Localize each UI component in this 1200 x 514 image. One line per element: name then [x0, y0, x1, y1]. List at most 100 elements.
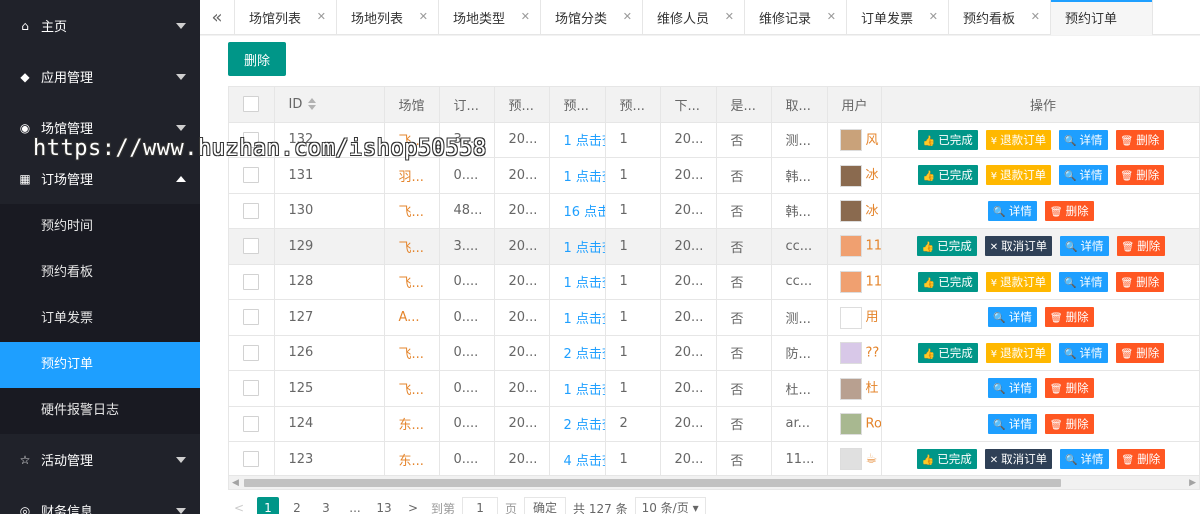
delete-button[interactable]: 🗑 删除	[1044, 378, 1094, 399]
cell-venue[interactable]: 飞...	[384, 193, 440, 229]
delete-button[interactable]: 删除	[228, 42, 286, 76]
page-2-button[interactable]: 2	[286, 497, 308, 514]
goto-page-input[interactable]: 1	[462, 497, 499, 514]
header-id[interactable]: ID	[274, 87, 385, 123]
tab-booking-orders[interactable]: 预约订单	[1051, 0, 1153, 35]
tab-booking-board[interactable]: 预约看板 ✕	[949, 0, 1051, 35]
row-checkbox[interactable]	[229, 157, 275, 194]
delete-button[interactable]: 🗑 删除	[1115, 165, 1165, 186]
sidebar-item-booking-board[interactable]: 预约看板	[0, 250, 200, 296]
detail-button[interactable]: 🔍 详情	[1059, 165, 1108, 186]
table-row[interactable]: 132飞...3...20...1 点击查120...否测...风👍已完成¥退款…	[229, 122, 1199, 158]
delete-button[interactable]: 🗑 删除	[1044, 413, 1094, 434]
row-checkbox[interactable]	[229, 441, 275, 475]
cell-user[interactable]: 冰	[827, 157, 882, 194]
tab-order-invoice[interactable]: 订单发票 ✕	[847, 0, 949, 35]
cell-col5-link[interactable]: 2 点击查	[549, 335, 606, 371]
close-icon[interactable]: ✕	[725, 10, 734, 23]
cell-col5-link[interactable]: 2 点击查	[549, 406, 606, 442]
done-button[interactable]: 👍 已完成	[917, 271, 978, 292]
done-button[interactable]: 👍 已完成	[917, 342, 978, 363]
cell-venue[interactable]: 飞...	[384, 335, 440, 371]
delete-button[interactable]: 🗑 删除	[1115, 342, 1165, 363]
cell-col5-link[interactable]: 1 点击查	[549, 122, 606, 158]
scroll-left-icon[interactable]: ◀	[232, 478, 239, 488]
detail-button[interactable]: 🔍 详情	[988, 413, 1037, 434]
cell-col5-link[interactable]: 1 点击查	[549, 299, 606, 336]
sidebar-item-order-invoice[interactable]: 订单发票	[0, 296, 200, 342]
table-row[interactable]: 127A...0....20...1 点击查120...否测...用🔍详情🗑删除	[229, 299, 1199, 336]
page-1-button[interactable]: 1	[257, 497, 279, 514]
done-button[interactable]: 👍 已完成	[917, 129, 978, 150]
sort-icon[interactable]	[308, 98, 317, 111]
row-checkbox[interactable]	[229, 193, 275, 229]
cell-col5-link[interactable]: 4 点击查	[549, 441, 606, 475]
delete-button[interactable]: 🗑 删除	[1115, 129, 1165, 150]
cell-venue[interactable]: A...	[384, 299, 440, 336]
cell-user[interactable]: 风	[827, 122, 882, 158]
close-icon[interactable]: ✕	[929, 10, 938, 23]
row-checkbox[interactable]	[229, 228, 275, 265]
table-row[interactable]: 130飞...48...20...16 点击120...否韩...冰🔍详情🗑删除	[229, 193, 1199, 229]
table-row[interactable]: 125飞...0....20...1 点击查120...否杜...杜🔍详情🗑删除	[229, 370, 1199, 407]
done-button[interactable]: 👍 已完成	[917, 165, 978, 186]
close-icon[interactable]: ✕	[419, 10, 428, 23]
cell-user[interactable]: ??	[827, 335, 882, 371]
tab-scroll-left-icon[interactable]: «	[200, 0, 235, 35]
scroll-right-icon[interactable]: ▶	[1189, 478, 1196, 488]
tab-field-list[interactable]: 场地列表 ✕	[337, 0, 439, 35]
cell-col5-link[interactable]: 1 点击查	[549, 264, 606, 300]
nav-booking[interactable]: ▦ 订场管理	[0, 153, 200, 204]
close-icon[interactable]: ✕	[521, 10, 530, 23]
nav-home[interactable]: ⌂ 主页	[0, 0, 200, 51]
nav-finance[interactable]: ◎ 财务信息	[0, 485, 200, 514]
cell-col5-link[interactable]: 1 点击查	[549, 370, 606, 407]
cancel-button[interactable]: ✕ 取消订单	[984, 449, 1053, 470]
cell-user[interactable]: 用	[827, 299, 882, 336]
table-row[interactable]: 123东...0....20...4 点击查120...否11...☕👍已完成✕…	[229, 441, 1199, 475]
cell-venue[interactable]: 羽...	[384, 157, 440, 194]
done-button[interactable]: 👍 已完成	[916, 236, 977, 257]
cell-venue[interactable]: 飞...	[384, 264, 440, 300]
tab-field-type[interactable]: 场地类型 ✕	[439, 0, 541, 35]
refund-button[interactable]: ¥ 退款订单	[985, 271, 1052, 292]
cell-user[interactable]: 11	[827, 228, 882, 265]
cell-venue[interactable]: 飞...	[384, 228, 440, 265]
table-row[interactable]: 126飞...0....20...2 点击查120...否防...??👍已完成¥…	[229, 335, 1199, 371]
delete-button[interactable]: 🗑 删除	[1116, 236, 1166, 257]
cell-user[interactable]: 冰	[827, 193, 882, 229]
row-checkbox[interactable]	[229, 122, 275, 158]
table-row[interactable]: 124东...0....20...2 点击查220...否ar...Ro🔍详情🗑…	[229, 406, 1199, 442]
goto-confirm-button[interactable]: 确定	[524, 497, 567, 514]
tab-repair-records[interactable]: 维修记录 ✕	[745, 0, 847, 35]
cell-user[interactable]: ☕	[827, 441, 882, 475]
detail-button[interactable]: 🔍 详情	[1060, 449, 1109, 470]
detail-button[interactable]: 🔍 详情	[1060, 236, 1109, 257]
cell-venue[interactable]: 东...	[384, 441, 440, 475]
cell-venue[interactable]: 飞...	[384, 370, 440, 407]
cell-venue[interactable]: 东...	[384, 406, 440, 442]
close-icon[interactable]: ✕	[623, 10, 632, 23]
cell-col5-link[interactable]: 1 点击查	[549, 228, 606, 265]
cell-user[interactable]: Ro	[827, 406, 882, 442]
delete-button[interactable]: 🗑 删除	[1116, 449, 1166, 470]
cell-col5-link[interactable]: 1 点击查	[549, 157, 606, 194]
detail-button[interactable]: 🔍 详情	[1059, 271, 1108, 292]
select-all-checkbox[interactable]	[229, 87, 275, 123]
page-3-button[interactable]: 3	[315, 497, 337, 514]
sidebar-item-booking-time[interactable]: 预约时间	[0, 204, 200, 250]
table-row[interactable]: 131羽...0....20...1 点击查120...否韩...冰👍已完成¥退…	[229, 157, 1199, 194]
detail-button[interactable]: 🔍 详情	[988, 200, 1037, 221]
per-page-select[interactable]: 10 条/页 ▾	[634, 497, 706, 514]
cancel-button[interactable]: ✕ 取消订单	[984, 236, 1053, 257]
delete-button[interactable]: 🗑 删除	[1115, 271, 1165, 292]
table-row[interactable]: 129飞...3....20...1 点击查120...否cc...11👍已完成…	[229, 228, 1199, 265]
row-checkbox[interactable]	[229, 264, 275, 300]
prev-page-button[interactable]: <	[228, 497, 250, 514]
done-button[interactable]: 👍 已完成	[916, 449, 977, 470]
next-page-button[interactable]: >	[402, 497, 424, 514]
cell-col5-link[interactable]: 16 点击	[549, 193, 606, 229]
refund-button[interactable]: ¥ 退款订单	[985, 342, 1052, 363]
row-checkbox[interactable]	[229, 299, 275, 336]
table-row[interactable]: 128飞...0....20...1 点击查120...否cc...11👍已完成…	[229, 264, 1199, 300]
